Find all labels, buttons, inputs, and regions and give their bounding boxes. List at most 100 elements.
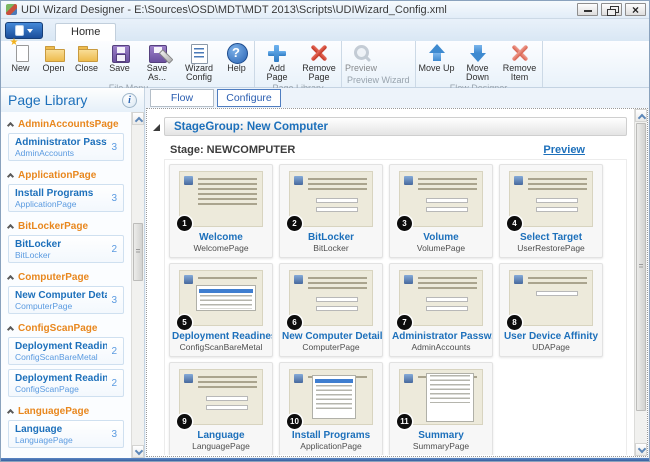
preview-label: Preview: [345, 64, 377, 73]
document-icon: [16, 26, 23, 35]
thumbnail-input: [536, 291, 578, 296]
expander-icon[interactable]: [153, 124, 160, 131]
list-item-subtitle: ConfigScanBareMetal: [15, 352, 107, 362]
sidebar-group-applicationpage[interactable]: ApplicationPage: [1, 165, 131, 184]
help-button[interactable]: Help: [220, 41, 253, 73]
thumbnail-text-lines: [418, 277, 477, 290]
sidebar-group-label: ApplicationPage: [18, 170, 96, 181]
page-card-title: User Device Affinity: [500, 331, 602, 342]
ribbon-group-flow-designer: Move UpMove DownRemove ItemFlow Designer: [416, 41, 543, 87]
page-card-volume[interactable]: 3VolumeVolumePage: [389, 164, 493, 258]
thumbnail-text-lines: [198, 277, 257, 282]
dropdown-caret-icon: [27, 29, 33, 33]
window-bottom-edge: [1, 458, 649, 461]
page-card-deployment-readiness[interactable]: 5Deployment ReadinessConfigScanBareMetal: [169, 263, 273, 357]
tab-configure[interactable]: Configure: [217, 89, 281, 107]
list-item-new-computer-details[interactable]: New Computer DetailsComputerPage3: [8, 286, 124, 314]
page-grid: 1WelcomeWelcomePage2BitLockerBitLocker3V…: [167, 163, 624, 455]
page-card-summary[interactable]: 11SummarySummaryPage: [389, 362, 493, 455]
list-item-title: New Computer Details: [15, 290, 107, 301]
scroll-up-icon[interactable]: [635, 109, 647, 122]
list-item-subtitle: LanguagePage: [15, 435, 107, 445]
chevron-up-icon: [7, 224, 14, 231]
close-button[interactable]: [625, 3, 646, 16]
scroll-down-icon[interactable]: [132, 445, 144, 458]
list-item-bitlocker[interactable]: BitLockerBitLocker2: [8, 235, 124, 263]
open-button[interactable]: Open: [37, 41, 70, 73]
save-as-button[interactable]: Save As...: [136, 41, 178, 83]
thumbnail-text-lines: [308, 277, 367, 290]
open-folder-icon: [42, 42, 66, 64]
page-card-title: Language: [170, 430, 272, 441]
preview-icon: [349, 42, 373, 64]
sidebar-scrollbar[interactable]: [131, 112, 144, 458]
sidebar-group-configscanpage[interactable]: ConfigScanPage: [1, 318, 131, 337]
tab-flow[interactable]: Flow: [150, 89, 214, 107]
preview-button[interactable]: Preview: [343, 41, 379, 73]
stage-group-row: StageGroup: New Computer: [153, 117, 627, 136]
scroll-down-icon[interactable]: [635, 443, 647, 456]
sidebar-group-adminaccountspage[interactable]: AdminAccountsPage: [1, 114, 131, 133]
page-card-new-computer-details[interactable]: 6New Computer DetailsComputerPage: [279, 263, 383, 357]
tab-home[interactable]: Home: [55, 23, 116, 41]
wizard-config-label: Wizard Config: [180, 64, 218, 83]
page-library-title: Page Library: [8, 92, 87, 108]
list-item-subtitle: BitLocker: [15, 250, 107, 260]
list-item-install-programs[interactable]: Install ProgramsApplicationPage3: [8, 184, 124, 212]
restore-button[interactable]: [601, 3, 622, 16]
thumbnail-input: [426, 207, 468, 212]
sidebar-group-computerpage[interactable]: ComputerPage: [1, 267, 131, 286]
preview-link[interactable]: Preview: [543, 144, 585, 156]
stage-group-header[interactable]: StageGroup: New Computer: [164, 117, 627, 136]
thumbnail-text-lines: [308, 178, 367, 191]
sidebar-group-label: ConfigScanPage: [18, 323, 97, 334]
sidebar-group-bitlockerpage[interactable]: BitLockerPage: [1, 216, 131, 235]
save-button[interactable]: Save: [103, 41, 136, 73]
save-label: Save: [109, 64, 130, 73]
sidebar-group-progresspage[interactable]: ProgressPage: [1, 452, 131, 458]
list-item-deployment-readiness[interactable]: Deployment ReadinessConfigScanBareMetal2: [8, 337, 124, 365]
move-up-icon: [425, 42, 449, 64]
wizard-config-button[interactable]: Wizard Config: [178, 41, 220, 83]
scroll-up-icon[interactable]: [132, 112, 144, 125]
sidebar-group-label: BitLockerPage: [18, 221, 88, 232]
list-item-text: New Computer DetailsComputerPage: [15, 290, 107, 311]
close-folder-icon: [75, 42, 99, 64]
stage-stage-newcomputer: Stage: NEWCOMPUTERPreview1WelcomeWelcome…: [164, 138, 627, 455]
chevron-up-icon: [7, 122, 14, 129]
move-up-button[interactable]: Move Up: [417, 41, 457, 73]
thumbnail-input: [426, 306, 468, 311]
sidebar-group-languagepage[interactable]: LanguagePage: [1, 401, 131, 420]
stage-body: 1WelcomeWelcomePage2BitLockerBitLocker3V…: [164, 159, 627, 455]
page-card-title: Summary: [390, 430, 492, 441]
page-thumbnail: 1: [179, 171, 263, 227]
thumbnail-input: [206, 405, 248, 410]
list-item-text: Deployment ReadinessConfigScanPage: [15, 373, 107, 394]
page-card-install-programs[interactable]: 10Install ProgramsApplicationPage: [279, 362, 383, 455]
new-button[interactable]: New: [4, 41, 37, 73]
page-card-administrator-passw[interactable]: 7Administrator Passw...AdminAccounts: [389, 263, 493, 357]
list-item-language[interactable]: LanguageLanguagePage3: [8, 420, 124, 448]
page-card-select-target[interactable]: 4Select TargetUserRestorePage: [499, 164, 603, 258]
add-page-button[interactable]: Add Page: [256, 41, 298, 83]
remove-page-button[interactable]: Remove Page: [298, 41, 340, 83]
scrollbar-thumb[interactable]: [636, 123, 646, 411]
close-button[interactable]: Close: [70, 41, 103, 73]
window-title: UDI Wizard Designer - E:\Sources\OSD\MDT…: [21, 4, 574, 16]
page-card-subtitle: SummaryPage: [390, 441, 492, 451]
page-card-bitlocker[interactable]: 2BitLockerBitLocker: [279, 164, 383, 258]
minimize-button[interactable]: [577, 3, 598, 16]
scrollbar-thumb[interactable]: [133, 223, 143, 281]
list-item-deployment-readiness[interactable]: Deployment ReadinessConfigScanPage2: [8, 369, 124, 397]
page-card-user-device-affinity[interactable]: 8User Device AffinityUDAPage: [499, 263, 603, 357]
page-card-welcome[interactable]: 1WelcomeWelcomePage: [169, 164, 273, 258]
page-library-list: AdminAccountsPageAdministrator PasswordA…: [1, 112, 131, 458]
main-scrollbar[interactable]: [634, 109, 647, 456]
remove-item-button[interactable]: Remove Item: [499, 41, 541, 83]
page-card-subtitle: UDAPage: [500, 342, 602, 352]
page-card-language[interactable]: 9LanguageLanguagePage: [169, 362, 273, 455]
move-down-button[interactable]: Move Down: [457, 41, 499, 83]
info-icon[interactable]: i: [122, 93, 137, 108]
thumbnail-selected-row: [199, 289, 253, 293]
list-item-administrator-password[interactable]: Administrator PasswordAdminAccounts3: [8, 133, 124, 161]
